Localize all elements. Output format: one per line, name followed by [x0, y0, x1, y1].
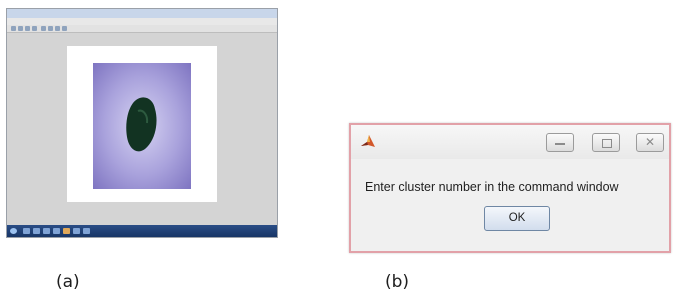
taskbar-app-icon[interactable]: [53, 228, 60, 234]
windows-taskbar: [7, 225, 277, 237]
maximize-icon: [602, 139, 612, 148]
open-file-icon[interactable]: [18, 26, 23, 31]
matlab-taskbar-icon[interactable]: [63, 228, 70, 234]
zoom-out-icon[interactable]: [48, 26, 53, 31]
cluster-input-dialog: ✕ Enter cluster number in the command wi…: [349, 123, 671, 253]
matlab-figure-window: [6, 8, 278, 238]
new-figure-icon[interactable]: [11, 26, 16, 31]
matlab-logo-icon: [361, 135, 375, 147]
print-icon[interactable]: [32, 26, 37, 31]
close-button[interactable]: ✕: [636, 133, 664, 152]
taskbar-app-icon[interactable]: [33, 228, 40, 234]
maximize-button[interactable]: [592, 133, 620, 152]
dialog-title-bar: ✕: [351, 125, 669, 159]
caption-a: (a): [56, 272, 80, 292]
rotate-icon[interactable]: [62, 26, 67, 31]
zoom-in-icon[interactable]: [41, 26, 46, 31]
taskbar-app-icon[interactable]: [23, 228, 30, 234]
figure-toolbar: [7, 25, 277, 33]
taskbar-app-icon[interactable]: [83, 228, 90, 234]
ok-button[interactable]: OK: [484, 206, 550, 231]
start-button-icon[interactable]: [10, 228, 17, 234]
leaf-image: [93, 63, 191, 189]
caption-b: (b): [385, 272, 410, 292]
menu-bar: [7, 18, 277, 25]
title-bar: [7, 9, 277, 18]
close-icon: ✕: [644, 135, 656, 149]
dialog-message: Enter cluster number in the command wind…: [365, 180, 619, 194]
figure-canvas: [67, 46, 217, 202]
taskbar-app-icon[interactable]: [73, 228, 80, 234]
pan-icon[interactable]: [55, 26, 60, 31]
minimize-button[interactable]: [546, 133, 574, 152]
minimize-icon: [555, 143, 565, 145]
taskbar-app-icon[interactable]: [43, 228, 50, 234]
save-icon[interactable]: [25, 26, 30, 31]
